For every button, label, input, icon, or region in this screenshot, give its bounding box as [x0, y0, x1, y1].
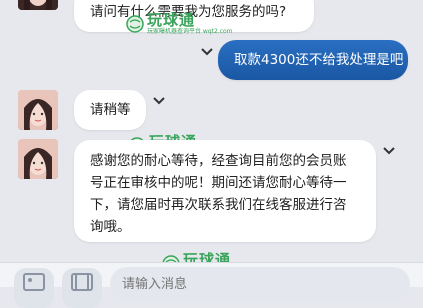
message-text: 感谢您的耐心等待，经查询目前您的会员账 号正在审核中的呢！期间还请您耐心等待一 …: [90, 150, 347, 238]
video-button[interactable]: [62, 268, 102, 308]
agent-avatar: [18, 0, 58, 10]
chevron-down-icon[interactable]: [152, 96, 166, 106]
chevron-down-icon[interactable]: [200, 47, 214, 57]
chat-history: 请问有什么需要我为您服务的吗? 玩球通 玩家曝机器查询平台 wqt2.com 取…: [0, 0, 423, 275]
video-icon: [71, 273, 93, 291]
watermark-subtitle: 玩家曝机器查询平台 wqt2.com: [147, 28, 233, 35]
message-input[interactable]: [110, 267, 410, 301]
message-line: 询哦。: [90, 219, 131, 235]
message-bubble: 请稍等: [74, 90, 146, 130]
message-bubble: 感谢您的耐心等待，经查询目前您的会员账 号正在审核中的呢！期间还请您耐心等待一 …: [74, 140, 376, 242]
watermark-title: 玩球通: [147, 11, 196, 29]
agent-avatar: [18, 139, 58, 179]
chevron-down-icon[interactable]: [382, 146, 396, 156]
agent-avatar: [18, 90, 58, 130]
message-text: 取款4300还不给我处理是吧: [234, 52, 404, 68]
watermark: 玩球通 玩家曝机器查询平台 wqt2.com: [126, 12, 233, 36]
globe-icon: [126, 15, 144, 33]
message-line: 号正在审核中的呢！期间还请您耐心等待一: [90, 175, 347, 191]
message-line: 感谢您的耐心等待，经查询目前您的会员账: [90, 153, 347, 169]
message-line: 下，请您届时再次联系我们在线客服进行咨: [90, 197, 347, 213]
input-bar: [0, 262, 423, 308]
image-button[interactable]: [14, 268, 54, 308]
user-message-bubble: 取款4300还不给我处理是吧: [218, 40, 408, 80]
message-text: 请稍等: [90, 102, 131, 118]
image-icon: [23, 273, 45, 291]
